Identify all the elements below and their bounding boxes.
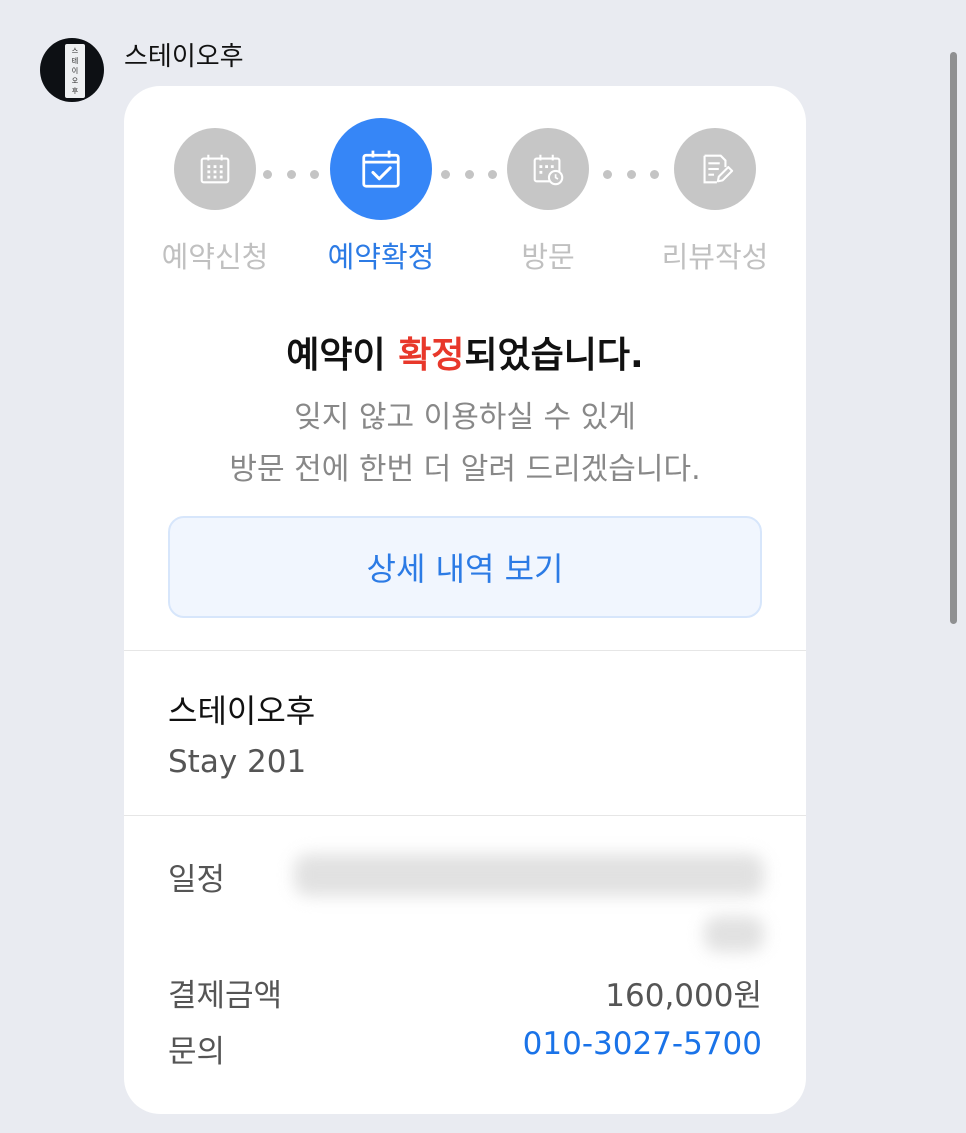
step-review: 리뷰작성 (615, 128, 806, 276)
schedule-value-blurred (294, 854, 764, 896)
contact-phone-link[interactable]: 010-3027-5700 (523, 1026, 762, 1062)
step-confirmed-circle (330, 118, 432, 220)
calendar-check-icon (362, 150, 400, 188)
payment-value: 160,000원 (605, 978, 762, 1014)
step-label: 예약확정 (327, 240, 435, 274)
description-line: 방문 전에 한번 더 알려 드리겠습니다. (229, 452, 701, 487)
description-line: 잊지 않고 이용하실 수 있게 (294, 400, 636, 435)
step-label: 예약신청 (161, 240, 269, 274)
edit-note-icon (703, 154, 734, 184)
divider (124, 650, 806, 651)
contact-label: 문의 (168, 1034, 226, 1070)
avatar-char: 오 (71, 77, 79, 85)
calendar-clock-icon (533, 154, 564, 186)
avatar-char: 이 (71, 67, 79, 75)
avatar[interactable]: 스 테 이 오 후 (40, 38, 104, 102)
avatar-char: 테 (71, 57, 79, 65)
step-label: 방문 (521, 240, 575, 274)
step-visit-circle (507, 128, 589, 210)
avatar-sign-image: 스 테 이 오 후 (65, 44, 85, 98)
room-name: Stay 201 (168, 744, 307, 780)
schedule-value-blurred (704, 916, 764, 952)
reservation-card: 예약신청 예약확정 방문 리뷰작성 예약이 확정되었습니다. 잊지 않고 이용하… (124, 86, 806, 1114)
payment-label: 결제금액 (168, 978, 283, 1014)
sender-name: 스테이오후 (124, 42, 244, 72)
step-request-circle (174, 128, 256, 210)
divider (124, 815, 806, 816)
scrollbar-thumb[interactable] (950, 52, 957, 624)
step-review-circle (674, 128, 756, 210)
headline-highlight: 확정 (398, 335, 465, 376)
schedule-label: 일정 (168, 862, 226, 898)
confirmation-headline: 예약이 확정되었습니다. (124, 326, 806, 378)
calendar-grid-icon (200, 154, 230, 184)
headline-prefix: 예약이 (286, 335, 399, 376)
headline-suffix: 되었습니다. (464, 335, 644, 376)
step-label: 리뷰작성 (661, 240, 769, 274)
chat-page: 스 테 이 오 후 스테이오후 예약신청 예약확정 방문 리뷰작성 예약이 확정… (0, 0, 966, 1133)
view-details-button[interactable]: 상세 내역 보기 (168, 516, 762, 618)
avatar-char: 후 (71, 87, 79, 95)
shop-name: 스테이오후 (168, 692, 316, 730)
confirmation-description: 잊지 않고 이용하실 수 있게 방문 전에 한번 더 알려 드리겠습니다. (124, 392, 806, 496)
avatar-char: 스 (71, 47, 79, 55)
